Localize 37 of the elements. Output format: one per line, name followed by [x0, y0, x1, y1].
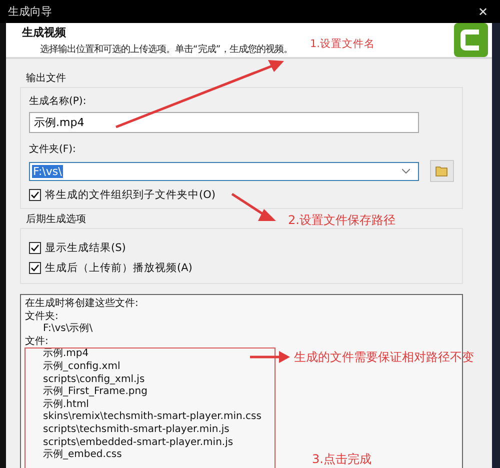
file-list-line: scripts\config_xml.js	[42, 374, 145, 386]
close-button[interactable]: ✕	[474, 4, 492, 18]
checkbox[interactable]	[29, 242, 41, 254]
checkbox-label: 将生成的文件组织到子文件夹中(O)	[45, 188, 216, 202]
annotation-text: 3.点击完成	[312, 451, 372, 468]
file-list-line: 文件夹:	[25, 310, 58, 324]
dropdown-caret-icon	[402, 168, 410, 174]
field-label: 生成名称(P):	[29, 94, 88, 108]
folder-value: F:\vs\	[32, 164, 63, 178]
arrow	[231, 192, 276, 221]
arrow	[250, 351, 290, 363]
file-list-line: 示例.html	[42, 398, 89, 411]
file-list-line: 示例.mp4	[42, 348, 89, 361]
group-title: 后期生成选项	[25, 212, 86, 226]
checkbox-label: 生成后（上传前）播放视频(A)	[45, 261, 192, 275]
group-title: 输出文件	[25, 72, 66, 85]
file-list-line: scripts\techsmith-smart-player.min.js	[42, 424, 230, 437]
annotation-text: 2.设置文件保存路径	[288, 212, 396, 229]
field-label: 文件夹(F):	[29, 142, 77, 156]
header-title: 生成视频	[22, 24, 67, 40]
window-title: 生成向导	[8, 4, 52, 19]
file-list-line: 在生成时将创建这些文件:	[25, 298, 138, 310]
file-list-line: 示例_config.xml	[42, 360, 120, 374]
folder-icon	[435, 165, 449, 177]
checkbox[interactable]	[29, 189, 41, 201]
file-list-line: skins\remix\techsmith-smart-player.min.css	[42, 411, 262, 424]
checkbox[interactable]	[29, 262, 41, 274]
name-input-field[interactable]: 示例.mp4	[29, 112, 419, 133]
annotation-text: 1.设置文件名	[310, 37, 376, 51]
checkbox-label: 显示生成结果(S)	[45, 241, 126, 255]
file-list-line: F:\vs\示例\	[42, 323, 93, 336]
file-list-line: scripts\embedded-smart-player.min.js	[42, 436, 234, 449]
file-list-line: 文件:	[25, 336, 48, 348]
folder-combo-field[interactable]: F:\vs\	[29, 162, 419, 180]
file-list-line: 示例_First_Frame.png	[42, 386, 148, 399]
file-list-line: 示例_embed.css	[42, 449, 122, 462]
header-subtitle: 选择输出位置和可选的上传选项。单击“完成”，生成您的视频。	[40, 42, 293, 56]
